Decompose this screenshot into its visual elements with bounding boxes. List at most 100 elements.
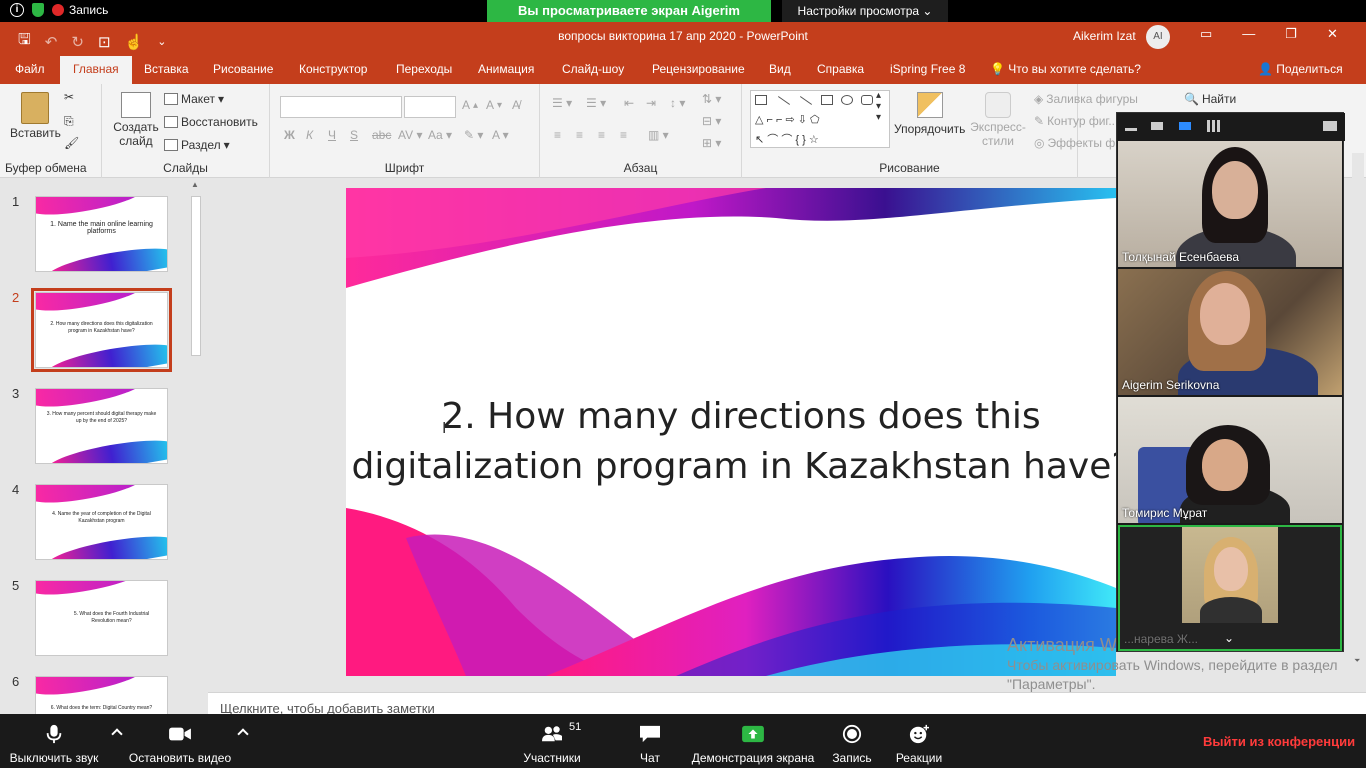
video-options-chevron-icon[interactable]	[237, 728, 249, 740]
find-button[interactable]: 🔍 Найти	[1184, 92, 1236, 106]
participant-video-2[interactable]: Aigerim Serikovna	[1118, 269, 1342, 395]
strip-view-icon[interactable]	[1179, 122, 1191, 130]
triangle-shape-icon[interactable]: △ ⌐ ⌐ ⇨ ⇩ ⬠	[755, 113, 820, 126]
reactions-button[interactable]: Реакции	[890, 714, 948, 768]
columns-icon[interactable]: ▥ ▾	[648, 128, 669, 142]
bold-button[interactable]: Ж	[284, 128, 295, 142]
view-options-button[interactable]: Настройки просмотра ⌄	[782, 0, 948, 22]
record-button[interactable]: Запись	[826, 714, 878, 768]
tab-transitions[interactable]: Переходы	[396, 62, 452, 76]
share-screen-button[interactable]: Демонстрация экрана	[690, 714, 816, 768]
tab-draw[interactable]: Рисование	[213, 62, 273, 76]
restore-icon[interactable]: ❐	[1285, 26, 1297, 42]
change-case-icon[interactable]: Aa ▾	[428, 128, 452, 142]
thumbnail-scrollbar[interactable]: ▲	[188, 178, 204, 714]
current-slide[interactable]: 2. How many directions does this digital…	[346, 188, 1116, 676]
gallery-scroll-icon[interactable]: ▴ ▾ ▾	[876, 90, 881, 123]
format-painter-icon[interactable]: 🖌	[64, 136, 79, 150]
gallery-view-icon[interactable]	[1207, 120, 1221, 132]
font-name-combo[interactable]	[280, 96, 402, 118]
speaker-view-icon[interactable]	[1151, 122, 1163, 130]
cut-icon[interactable]: ✂	[64, 90, 74, 104]
slide-thumbnail-3[interactable]: 3. How many percent should digital thera…	[35, 388, 168, 464]
align-left-icon[interactable]: ≡	[554, 128, 561, 142]
chat-button[interactable]: Чат	[618, 714, 682, 768]
shape-effects-button[interactable]: ◎ Эффекты ф...	[1034, 136, 1125, 150]
shrink-font-icon[interactable]: A ▾	[486, 98, 502, 112]
grow-font-icon[interactable]: A ▴	[462, 98, 478, 112]
line-spacing-icon[interactable]: ↕ ▾	[670, 96, 685, 110]
video-panel-scrollbar[interactable]	[1352, 153, 1364, 653]
align-text-icon[interactable]: ⊟ ▾	[702, 114, 721, 128]
justify-icon[interactable]: ≡	[620, 128, 627, 142]
minimize-video-icon[interactable]	[1125, 128, 1137, 131]
scroll-more-icon[interactable]: ⌄	[1224, 631, 1234, 645]
tab-design[interactable]: Конструктор	[299, 62, 367, 76]
notes-pane[interactable]: Щелкните, чтобы добавить заметки	[208, 692, 1366, 716]
textbox-shape-icon[interactable]	[755, 95, 767, 105]
leave-meeting-button[interactable]: Выйти из конференции	[1203, 734, 1355, 749]
slide-title[interactable]: 2. How many directions does this digital…	[346, 392, 1116, 492]
arrange-button[interactable]: Упорядочить	[894, 92, 965, 136]
scroll-up-icon[interactable]: ▲	[191, 180, 199, 189]
line-shape-icon[interactable]	[777, 96, 791, 105]
shape-outline-button[interactable]: ✎ Контур фиг...	[1034, 114, 1118, 128]
rounded-rect-shape-icon[interactable]	[861, 95, 873, 105]
clear-formatting-icon[interactable]: A̸	[512, 98, 520, 112]
paste-button[interactable]: Вставить	[10, 92, 61, 140]
slide-thumbnail-5[interactable]: 5. What does the Fourth Industrial Revol…	[35, 580, 168, 656]
copy-icon[interactable]: ⎘	[64, 114, 74, 129]
italic-button[interactable]: К	[306, 128, 313, 142]
highlight-icon[interactable]: ✎ ▾	[464, 128, 483, 142]
tab-ispring[interactable]: iSpring Free 8	[890, 62, 965, 76]
align-right-icon[interactable]: ≡	[598, 128, 605, 142]
tab-view[interactable]: Вид	[769, 62, 791, 76]
text-direction-icon[interactable]: ⇅ ▾	[702, 92, 721, 106]
participant-video-1[interactable]: Толқынай Есенбаева	[1118, 141, 1342, 267]
rectangle-shape-icon[interactable]	[821, 95, 833, 105]
user-name[interactable]: Aikerim Izat	[1073, 28, 1136, 44]
tab-insert[interactable]: Вставка	[144, 62, 189, 76]
arrow-shape-icon[interactable]	[799, 96, 813, 105]
smartart-icon[interactable]: ⊞ ▾	[702, 136, 721, 150]
mute-button[interactable]: Выключить звук	[0, 714, 108, 768]
security-shield-icon[interactable]	[32, 3, 44, 17]
slide-thumbnail-4[interactable]: 4. Name the year of completion of the Di…	[35, 484, 168, 560]
minimize-icon[interactable]: —	[1242, 26, 1255, 42]
avatar[interactable]: AI	[1146, 25, 1170, 49]
more-shapes-icon[interactable]: ↖ ⌒ ⌒ { } ☆	[755, 131, 819, 147]
close-icon[interactable]: ✕	[1327, 26, 1338, 42]
char-spacing-icon[interactable]: AV ▾	[398, 128, 422, 142]
scrollbar-thumb[interactable]	[191, 196, 201, 356]
increase-indent-icon[interactable]: ⇥	[646, 96, 656, 110]
shape-fill-button[interactable]: ◈ Заливка фигуры	[1034, 92, 1138, 106]
shapes-gallery[interactable]: △ ⌐ ⌐ ⇨ ⇩ ⬠ ↖ ⌒ ⌒ { } ☆	[750, 90, 890, 148]
tab-home[interactable]: Главная	[60, 56, 132, 84]
tab-file[interactable]: Файл	[15, 62, 45, 76]
align-center-icon[interactable]: ≡	[576, 128, 583, 142]
shadow-button[interactable]: S	[350, 128, 358, 142]
slide-thumbnail-1[interactable]: 1. Name the main online learning platfor…	[35, 196, 168, 272]
share-button[interactable]: 👤 Поделиться	[1258, 62, 1343, 76]
numbering-icon[interactable]: ☰ ▾	[586, 96, 606, 110]
info-icon[interactable]: i	[10, 3, 24, 17]
recording-indicator[interactable]: Запись	[52, 3, 108, 17]
participant-video-3[interactable]: Томирис Мұрат	[1118, 397, 1342, 523]
reset-button[interactable]: Восстановить	[164, 115, 258, 129]
ribbon-display-options-icon[interactable]: ▭	[1200, 26, 1212, 42]
decrease-indent-icon[interactable]: ⇤	[624, 96, 634, 110]
font-color-icon[interactable]: A ▾	[492, 128, 509, 142]
font-size-combo[interactable]	[404, 96, 456, 118]
stop-video-button[interactable]: Остановить видео	[128, 714, 232, 768]
tab-animations[interactable]: Анимация	[478, 62, 534, 76]
tab-review[interactable]: Рецензирование	[652, 62, 745, 76]
underline-button[interactable]: Ч	[328, 128, 336, 142]
section-button[interactable]: Раздел ▾	[164, 138, 230, 152]
strikethrough-icon[interactable]: abc	[372, 128, 391, 142]
participant-video-4[interactable]: ...нарева Ж... ⌄	[1118, 525, 1342, 651]
audio-options-chevron-icon[interactable]	[111, 728, 123, 740]
slide-thumbnail-2[interactable]: 2. How many directions does this digital…	[31, 288, 172, 372]
new-slide-button[interactable]: Создать слайд	[112, 92, 160, 148]
exit-fullscreen-icon[interactable]	[1323, 121, 1337, 131]
layout-button[interactable]: Макет ▾	[164, 92, 224, 106]
